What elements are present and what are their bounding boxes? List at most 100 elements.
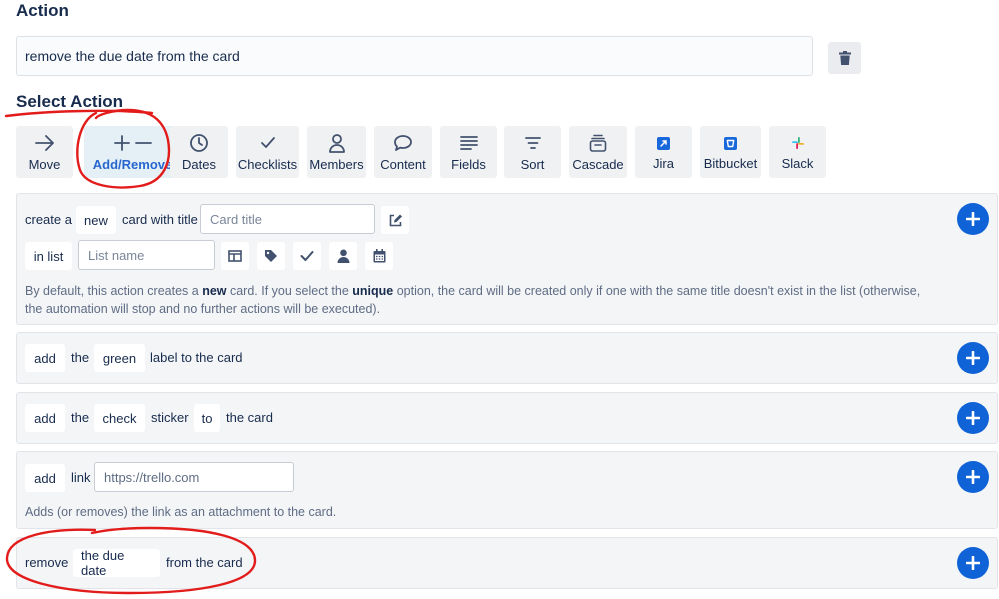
link-description: Adds (or removes) the link as an attachm… — [25, 505, 337, 519]
tab-bitbucket[interactable]: Bitbucket — [700, 126, 761, 178]
add-create-card-button[interactable] — [957, 203, 989, 235]
checkmark-icon — [300, 251, 314, 261]
add-sticker-panel: add the check sticker to the card — [16, 392, 998, 444]
slack-icon — [791, 137, 804, 149]
create-card-panel: create a new card with title Card title … — [16, 193, 998, 325]
calendar-icon — [373, 249, 385, 263]
tab-slack[interactable]: Slack — [769, 126, 826, 178]
delete-action-button[interactable] — [828, 42, 861, 74]
tab-move[interactable]: Move — [16, 126, 73, 178]
tab-label: Sort — [520, 156, 545, 172]
action-name-text: remove the due date from the card — [25, 48, 240, 64]
label-option-button[interactable] — [257, 242, 285, 270]
label-the-text: the — [71, 350, 90, 365]
due-verb-text: remove — [25, 555, 69, 570]
add-label-panel: add the green label to the card — [16, 332, 998, 384]
plus-icon — [966, 351, 980, 365]
due-item-select[interactable]: the due date — [73, 548, 160, 578]
label-color-select[interactable]: green — [94, 344, 145, 372]
tab-label: Fields — [451, 156, 486, 172]
person-icon — [337, 249, 349, 263]
label-verb-select[interactable]: add — [25, 344, 65, 372]
tab-add-remove[interactable]: Add/Remove — [84, 126, 181, 178]
tab-label: Move — [28, 156, 61, 172]
lines-icon — [459, 135, 478, 150]
tab-sort[interactable]: Sort — [504, 126, 561, 178]
tab-content[interactable]: Content — [374, 126, 432, 178]
add-link-panel: add link https://trello.com Adds (or rem… — [16, 451, 998, 529]
date-option-button[interactable] — [365, 242, 393, 270]
plus-icon — [966, 556, 980, 570]
sticker-word-text: sticker — [151, 410, 189, 425]
label-suffix-text: label to the card — [150, 350, 243, 365]
tag-icon — [265, 250, 277, 262]
tab-label: Content — [380, 156, 426, 172]
add-remove-due-date-button[interactable] — [957, 547, 989, 579]
card-mode-select[interactable]: new — [76, 206, 116, 234]
tab-fields[interactable]: Fields — [440, 126, 497, 178]
select-action-heading: Select Action — [16, 92, 124, 111]
checklist-option-button[interactable] — [293, 242, 321, 270]
due-item: the due date — [81, 548, 125, 578]
sticker-verb: add — [34, 410, 56, 426]
sort-icon — [524, 136, 541, 149]
trash-icon — [838, 51, 851, 65]
due-suffix-text: from the card — [166, 555, 243, 570]
sticker-type: check — [102, 410, 137, 426]
create-card-description: By default, this action creates a new ca… — [25, 282, 955, 318]
remove-due-date-panel: remove the due date from the card — [16, 537, 998, 589]
action-heading: Action — [16, 1, 69, 20]
sticker-to: to — [201, 410, 213, 426]
card-title-input[interactable]: Card title — [200, 204, 375, 234]
create-prefix-text: create a — [25, 212, 72, 227]
bitbucket-icon — [724, 136, 737, 150]
tab-dates[interactable]: Dates — [170, 126, 228, 178]
tab-jira[interactable]: Jira — [635, 126, 692, 178]
label-verb: add — [34, 350, 56, 366]
card-title-placeholder: Card title — [210, 211, 263, 227]
clock-icon — [190, 133, 208, 152]
checkmark-icon — [260, 136, 275, 148]
link-url-input[interactable]: https://trello.com — [94, 462, 294, 492]
member-option-button[interactable] — [329, 242, 357, 270]
arrow-right-icon — [34, 134, 54, 151]
card-title-text: card with title — [122, 212, 198, 227]
desc-text: By default, this action creates a — [25, 284, 203, 298]
plus-minus-icon — [113, 134, 152, 151]
cascade-icon — [589, 134, 607, 152]
desc-text: the automation will stop and no further … — [25, 302, 381, 316]
person-icon — [328, 133, 345, 153]
tab-label: Slack — [781, 156, 814, 171]
desc-text: option, the card will be created only if… — [393, 284, 921, 298]
tab-label: Cascade — [572, 156, 624, 172]
action-name-field[interactable]: remove the due date from the card — [16, 36, 813, 76]
sticker-verb-select[interactable]: add — [25, 404, 65, 432]
link-url-value: https://trello.com — [104, 469, 200, 485]
plus-icon — [966, 212, 980, 226]
tab-label: Bitbucket — [703, 156, 758, 171]
label-color: green — [102, 350, 137, 366]
tab-cascade[interactable]: Cascade — [569, 126, 627, 178]
add-label-button[interactable] — [957, 342, 989, 374]
sticker-position-select[interactable]: to — [194, 404, 220, 432]
tab-label: Members — [309, 156, 364, 172]
tab-members[interactable]: Members — [307, 126, 366, 178]
desc-text: card. If you select the — [226, 284, 353, 298]
board-select-button[interactable] — [221, 242, 249, 270]
edit-title-button[interactable] — [381, 206, 409, 234]
tab-checklists[interactable]: Checklists — [236, 126, 299, 178]
link-verb: add — [34, 470, 56, 486]
list-name-input[interactable]: List name — [78, 240, 215, 270]
sticker-type-select[interactable]: check — [94, 404, 145, 432]
tab-label: Jira — [653, 156, 674, 171]
board-icon — [228, 250, 242, 262]
link-verb-select[interactable]: add — [25, 464, 65, 492]
tab-label: Add/Remove — [92, 156, 173, 172]
add-sticker-button[interactable] — [957, 402, 989, 434]
add-link-button[interactable] — [957, 461, 989, 493]
in-list-select[interactable]: in list — [25, 242, 72, 270]
sticker-the-text: the — [71, 410, 90, 425]
plus-icon — [966, 470, 980, 484]
link-word-text: link — [71, 470, 91, 485]
desc-bold: unique — [352, 284, 394, 298]
